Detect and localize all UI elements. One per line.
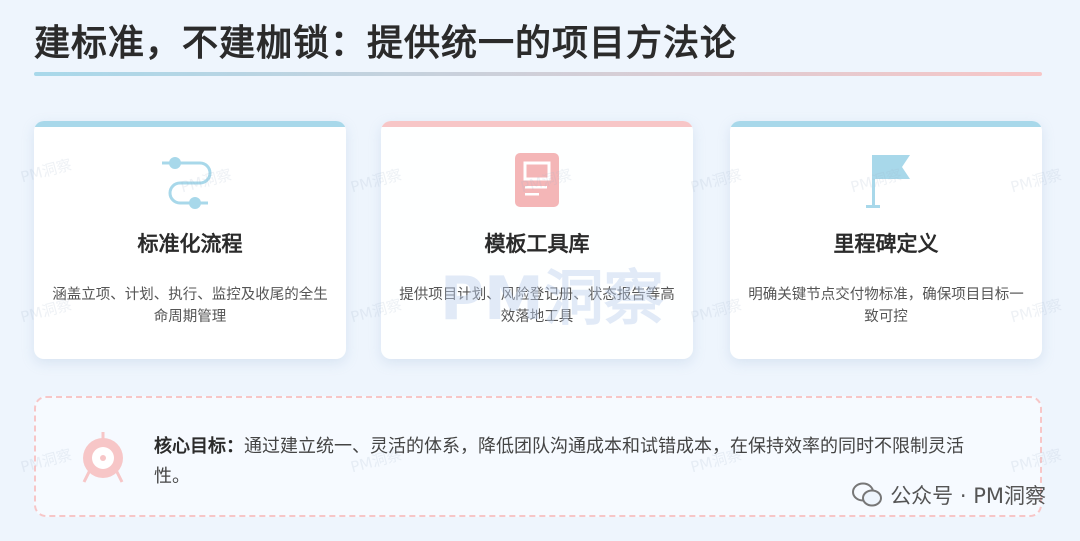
footer-account: 公众号 · PM洞察 (852, 480, 1046, 510)
card-accent-bar (34, 121, 346, 127)
core-goal-label: 核心目标： (154, 436, 244, 457)
footer-text: 公众号 · PM洞察 (890, 484, 1046, 508)
card-milestone-definition: 里程碑定义 明确关键节点交付物标准，确保项目目标一致可控 (730, 121, 1042, 359)
core-goal-body: 通过建立统一、灵活的体系，降低团队沟通成本和试错成本，在保持效率的同时不限制灵活… (154, 436, 964, 487)
flag-icon (866, 155, 910, 208)
target-icon (82, 432, 124, 483)
card-accent-bar (381, 121, 693, 127)
card-title: 标准化流程 (137, 232, 243, 256)
card-description: 涵盖立项、计划、执行、监控及收尾的全生命周期管理 (52, 287, 328, 325)
card-accent-bar (730, 121, 1042, 127)
card-description: 提供项目计划、风险登记册、状态报告等高效落地工具 (399, 287, 675, 325)
card-title: 模板工具库 (484, 232, 590, 256)
title-underline (34, 72, 1042, 76)
card-title: 里程碑定义 (833, 232, 939, 256)
wechat-icon (852, 482, 883, 507)
card-template-library: 模板工具库 提供项目计划、风险登记册、状态报告等高效落地工具 (381, 121, 693, 359)
card-standard-process: 标准化流程 涵盖立项、计划、执行、监控及收尾的全生命周期管理 (34, 121, 346, 359)
card-description: 明确关键节点交付物标准，确保项目目标一致可控 (748, 287, 1024, 325)
document-template-icon (515, 153, 559, 207)
page-title: 建标准，不建枷锁：提供统一的项目方法论 (34, 23, 738, 64)
process-path-icon (162, 157, 212, 209)
